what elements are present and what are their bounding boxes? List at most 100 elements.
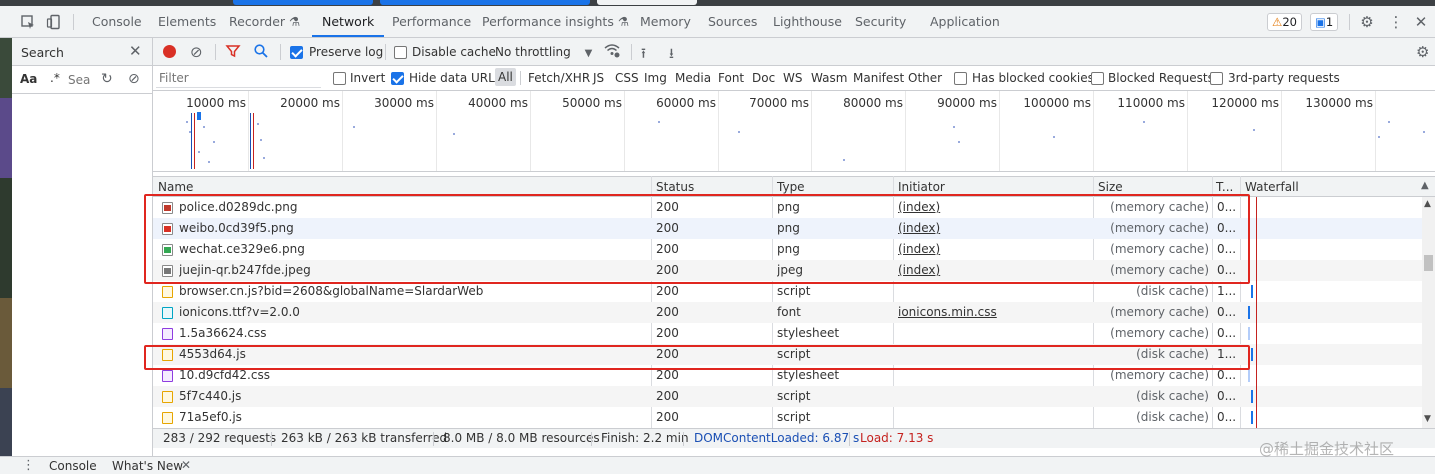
notification-button-match-language[interactable] [233,0,373,5]
request-row[interactable]: 71a5ef0.js 200 script (disk cache) 0... [153,407,1422,428]
tab-network[interactable]: Network [312,6,385,37]
overview-tick-label: 100000 ms [1023,96,1091,110]
filter-input[interactable] [156,69,321,88]
vertical-scrollbar[interactable]: ▲ ▼ [1422,197,1435,428]
disable-cache-checkbox[interactable] [394,45,407,59]
filter-type-doc[interactable]: Doc [752,71,775,85]
request-row[interactable]: 1.5a36624.css 200 stylesheet (memory cache)… [153,323,1422,344]
filter-type-css[interactable]: CSS [615,71,639,85]
column-header-name[interactable]: Name [153,177,651,197]
drawer-tab-console[interactable]: Console [49,459,97,473]
filter-type-font[interactable]: Font [718,71,744,85]
overview-request-dot [453,133,455,135]
hide-data-urls-checkbox[interactable] [391,71,404,85]
refresh-search-icon[interactable]: ↻ [101,71,113,87]
request-type-cell: script [777,389,811,403]
has-blocked-cookies-checkbox[interactable] [954,71,967,85]
column-header-waterfall[interactable]: Waterfall [1240,177,1410,197]
close-devtools-icon[interactable]: ✕ [1413,14,1429,30]
match-case-button[interactable]: Aa [20,72,37,86]
column-header-initiator[interactable]: Initiator [893,177,1093,197]
overview-tick-label: 130000 ms [1305,96,1373,110]
record-icon[interactable] [163,45,176,58]
network-settings-gear-icon[interactable]: ⚙ [1416,43,1429,61]
clear-search-icon[interactable]: ⊘ [128,71,140,87]
request-size-cell: (memory cache) [1110,326,1209,340]
request-status-cell: 200 [656,221,679,235]
close-search-icon[interactable]: ✕ [129,42,142,60]
column-header-status[interactable]: Status [651,177,772,197]
tab-elements[interactable]: Elements [158,6,216,37]
export-har-icon[interactable]: ⭳ [669,43,674,67]
overview-gridline [530,91,531,171]
request-row[interactable]: 10.d9cfd42.css 200 stylesheet (memory cache… [153,365,1422,386]
request-row[interactable]: weibo.0cd39f5.png 200 png (index) (memory ca… [153,218,1422,239]
drawer-menu-icon[interactable]: ⋮ [22,458,35,473]
throttling-select[interactable]: No throttling ▼ [495,45,592,59]
filter-type-manifest[interactable]: Manifest [853,71,904,85]
filter-type-img[interactable]: Img [644,71,667,85]
filter-type-fetch-xhr[interactable]: Fetch/XHR [528,71,590,85]
filter-type-media[interactable]: Media [675,71,711,85]
settings-gear-icon[interactable]: ⚙ [1359,14,1375,30]
request-row[interactable]: ionicons.ttf?v=2.0.0 200 font ionicons.min.… [153,302,1422,323]
request-initiator-cell[interactable]: (index) [898,218,1088,239]
tab-console[interactable]: Console [92,6,142,37]
request-name-cell: browser.cn.js?bid=2608&globalName=Slarda… [179,284,484,298]
request-initiator-cell [898,386,1088,407]
column-header-type[interactable]: Type [772,177,893,197]
search-icon[interactable] [253,43,269,62]
preserve-log-checkbox[interactable] [290,45,303,59]
clear-log-icon[interactable]: ⊘ [190,43,203,61]
request-row[interactable]: wechat.ce329e6.png 200 png (index) (memory c… [153,239,1422,260]
filter-icon[interactable] [225,43,241,62]
filter-type-wasm[interactable]: Wasm [811,71,847,85]
column-header-time[interactable]: T... [1211,177,1240,197]
waterfall-bar [1248,327,1250,340]
tab-application[interactable]: Application [930,6,1000,37]
script-file-icon [162,391,173,403]
more-options-icon[interactable]: ⋮ [1388,14,1404,30]
notification-button-switch-language[interactable] [380,0,590,5]
invert-checkbox[interactable] [333,71,346,85]
warnings-badge[interactable]: ⚠20 [1267,13,1302,31]
overview-gridline [342,91,343,171]
network-conditions-icon[interactable] [603,42,621,62]
request-row[interactable]: 5f7c440.js 200 script (disk cache) 0... [153,386,1422,407]
close-tab-icon[interactable]: ✕ [181,458,191,472]
regex-button[interactable]: .* [50,71,60,85]
blocked-requests-checkbox[interactable] [1091,71,1104,85]
tab-recorder[interactable]: Recorder ⚗ [229,6,300,37]
scroll-up-arrow-icon[interactable]: ▲ [1424,199,1431,209]
tab-security[interactable]: Security [855,6,906,37]
request-initiator-cell[interactable]: ionicons.min.css [898,302,1088,323]
scroll-down-arrow-icon[interactable]: ▼ [1424,414,1431,424]
tab-performance[interactable]: Performance [392,6,471,37]
filter-type-js[interactable]: JS [593,71,604,85]
filter-type-other[interactable]: Other [908,71,942,85]
tab-performance-insights[interactable]: Performance insights ⚗ [482,6,629,37]
tab-sources[interactable]: Sources [708,6,757,37]
filter-type-all[interactable]: All [495,68,516,86]
import-har-icon[interactable]: ⭱ [641,43,646,67]
search-input[interactable] [68,71,94,88]
scrollbar-thumb[interactable] [1424,255,1433,271]
request-row[interactable]: police.d0289dc.png 200 png (index) (memory c… [153,197,1422,218]
tab-lighthouse[interactable]: Lighthouse [773,6,842,37]
messages-badge[interactable]: ▣1 [1310,13,1339,31]
inspect-element-icon[interactable] [20,14,36,30]
request-initiator-cell[interactable]: (index) [898,197,1088,218]
request-row[interactable]: browser.cn.js?bid=2608&globalName=Slarda… [153,281,1422,302]
device-toolbar-icon[interactable] [46,14,62,30]
column-header-size[interactable]: Size [1093,177,1213,197]
third-party-requests-checkbox[interactable] [1210,71,1223,85]
tab-memory[interactable]: Memory [640,6,691,37]
filter-type-ws[interactable]: WS [783,71,802,85]
request-row[interactable]: 4553d64.js 200 script (disk cache) 1... [153,344,1422,365]
request-initiator-cell[interactable]: (index) [898,260,1088,281]
drawer-tab-whats-new[interactable]: What's New [112,459,183,473]
notification-button-dont-show[interactable] [597,0,697,5]
network-overview[interactable]: 10000 ms 20000 ms 30000 ms 40000 ms 50000 ms… [153,91,1435,172]
request-row[interactable]: juejin-qr.b247fde.jpeg 200 jpeg (index) (mem… [153,260,1422,281]
request-initiator-cell[interactable]: (index) [898,239,1088,260]
